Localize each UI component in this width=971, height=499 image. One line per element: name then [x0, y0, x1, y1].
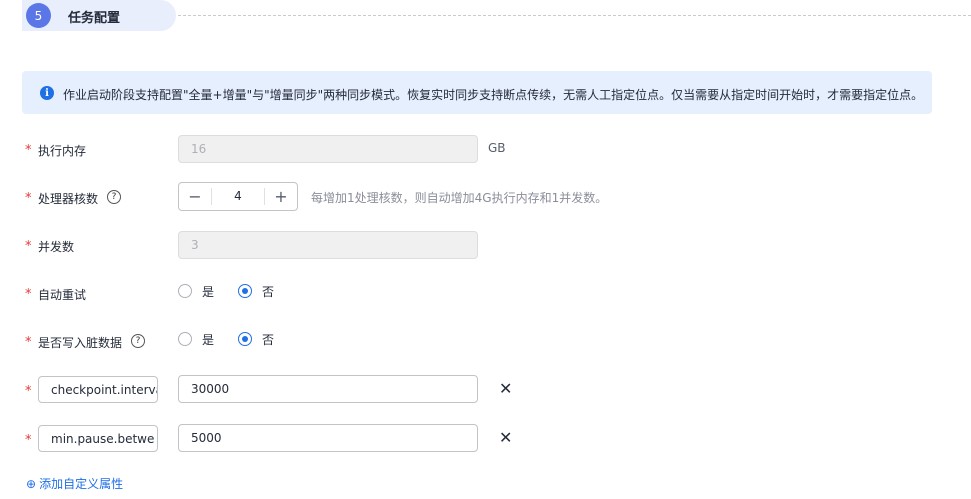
info-banner-text: 作业启动阶段支持配置"全量+增量"与"增量同步"两种同步模式。恢复实时同步支持断…	[63, 88, 924, 102]
required-mark: *	[25, 143, 32, 158]
memory-label: 执行内存	[38, 144, 87, 158]
cores-stepper: − 4 +	[178, 182, 298, 211]
decrement-button[interactable]: −	[179, 183, 211, 210]
required-mark: *	[25, 191, 32, 206]
dirty-data-yes-label[interactable]: 是	[202, 331, 214, 348]
required-mark: *	[25, 384, 32, 399]
dirty-data-no-radio[interactable]	[238, 332, 252, 346]
add-custom-property-link[interactable]: ⊕ 添加自定义属性	[26, 475, 123, 492]
required-mark: *	[25, 287, 32, 302]
step-number-badge: 5	[26, 3, 51, 28]
cores-value[interactable]: 4	[211, 188, 265, 205]
auto-retry-no-label[interactable]: 否	[262, 283, 274, 300]
required-mark: *	[25, 239, 32, 254]
remove-property-icon[interactable]: ✕	[499, 428, 512, 447]
auto-retry-yes-radio[interactable]	[178, 284, 192, 298]
help-icon[interactable]: ?	[107, 190, 121, 204]
cores-label: 处理器核数	[38, 192, 99, 206]
dirty-data-no-label[interactable]: 否	[262, 331, 274, 348]
step-title: 任务配置	[68, 11, 121, 26]
concurrency-label: 并发数	[38, 240, 75, 254]
cores-hint: 每增加1处理核数，则自动增加4G执行内存和1并发数。	[311, 191, 608, 205]
add-circle-icon: ⊕	[26, 476, 37, 491]
increment-button[interactable]: +	[265, 183, 297, 210]
memory-input: 16	[178, 135, 478, 163]
help-icon[interactable]: ?	[131, 334, 145, 348]
custom-property-key-input[interactable]: min.pause.betwe	[38, 425, 158, 452]
memory-unit: GB	[488, 141, 506, 155]
required-mark: *	[25, 433, 32, 448]
step-divider	[178, 15, 971, 16]
remove-property-icon[interactable]: ✕	[499, 379, 512, 398]
required-mark: *	[25, 335, 32, 350]
dirty-data-yes-radio[interactable]	[178, 332, 192, 346]
info-icon: i	[40, 86, 54, 100]
auto-retry-no-radio[interactable]	[238, 284, 252, 298]
custom-property-value-input[interactable]: 30000	[178, 375, 478, 403]
custom-property-value-input[interactable]: 5000	[178, 424, 478, 452]
concurrency-input: 3	[178, 231, 478, 259]
dirty-data-label: 是否写入脏数据	[38, 336, 123, 350]
custom-property-key-input[interactable]: checkpoint.interva	[38, 376, 158, 403]
auto-retry-yes-label[interactable]: 是	[202, 283, 214, 300]
auto-retry-label: 自动重试	[38, 288, 87, 302]
add-custom-property-label[interactable]: 添加自定义属性	[39, 475, 123, 492]
